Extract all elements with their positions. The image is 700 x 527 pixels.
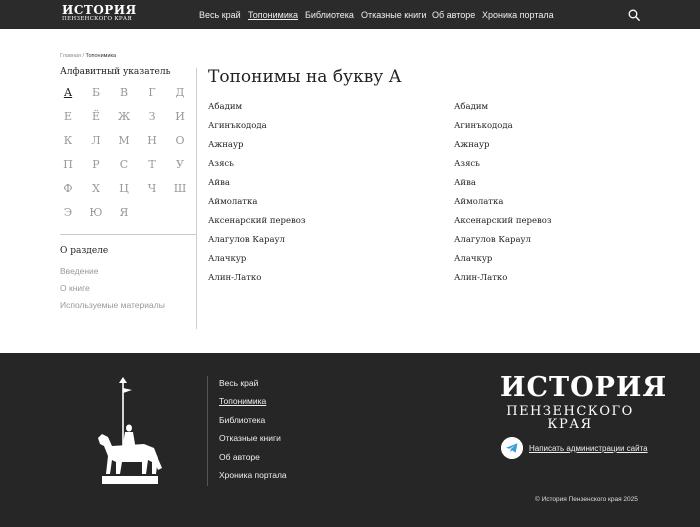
footer-nav-toponimika[interactable]: Топонимика <box>219 396 266 406</box>
toponym-link[interactable]: Аймолатка <box>454 197 503 207</box>
letter-link[interactable]: Д <box>172 86 188 99</box>
footer-nav-ob-avtore[interactable]: Об авторе <box>219 452 260 462</box>
about-link-vvedenie[interactable]: Введение <box>60 266 99 276</box>
letter-link[interactable]: Ц <box>116 182 132 195</box>
letter-link[interactable]: У <box>172 158 188 171</box>
letter-link[interactable]: Е <box>60 110 76 123</box>
nav-item-otkaznye-knigi[interactable]: Отказные книги <box>361 10 426 20</box>
toponym-link[interactable]: Аймолатка <box>208 197 257 207</box>
toponym-link[interactable]: Ажнаур <box>208 140 243 150</box>
breadcrumb-current: Топонимика <box>85 53 117 59</box>
contact-admin-link[interactable]: Написать администрации сайта <box>529 444 648 453</box>
letter-link[interactable]: С <box>116 158 132 171</box>
monument-horseman-icon <box>98 377 162 484</box>
letter-link[interactable]: Т <box>144 158 160 171</box>
search-icon[interactable] <box>628 9 640 21</box>
about-link-o-knige[interactable]: О книге <box>60 283 90 293</box>
footer-nav-otkaznye-knigi[interactable]: Отказные книги <box>219 433 281 443</box>
footer-nav-khronika[interactable]: Хроника портала <box>219 470 287 480</box>
alphabet-index-title: Алфавитный указатель <box>60 67 171 77</box>
footer-divider <box>207 376 208 486</box>
nav-item-ob-avtore[interactable]: Об авторе <box>432 10 475 20</box>
logo-title: ИСТОРИЯ <box>62 3 137 17</box>
about-section-title: О разделе <box>60 246 109 256</box>
toponym-link[interactable]: Алагулов Караул <box>454 235 531 245</box>
toponym-link[interactable]: Айва <box>454 178 476 188</box>
letter-link[interactable]: К <box>60 134 76 147</box>
toponym-link[interactable]: Аксенарский перевоз <box>454 216 552 226</box>
letter-link[interactable]: Б <box>88 86 104 99</box>
letter-link[interactable]: Я <box>116 206 132 219</box>
logo-subtitle: ПЕНЗЕНСКОГО КРАЯ <box>62 16 133 22</box>
nav-item-khronika[interactable]: Хроника портала <box>482 10 554 20</box>
toponym-link[interactable]: Ажнаур <box>454 140 489 150</box>
letter-link[interactable]: Ё <box>88 110 104 123</box>
letter-link[interactable]: М <box>116 134 132 147</box>
telegram-icon[interactable] <box>501 437 523 459</box>
letter-link[interactable]: И <box>172 110 188 123</box>
footer-nav-ves-krai[interactable]: Весь край <box>219 378 258 388</box>
letter-link[interactable]: Н <box>144 134 160 147</box>
copyright: © История Пензенского края 2025 <box>535 496 638 503</box>
toponym-link[interactable]: Азясь <box>208 159 234 169</box>
toponym-link[interactable]: Агинъкодода <box>454 121 513 131</box>
footer-nav-biblioteka[interactable]: Библиотека <box>219 415 265 425</box>
letter-link[interactable]: А <box>60 86 76 99</box>
vertical-divider <box>196 68 197 329</box>
footer-logo[interactable]: ИСТОРИЯ ПЕНЗЕНСКОГО КРАЯ <box>500 372 668 432</box>
letter-link[interactable]: Ш <box>172 182 188 195</box>
breadcrumb-separator: / <box>82 53 84 59</box>
top-header: ИСТОРИЯ ПЕНЗЕНСКОГО КРАЯ Весь край Топон… <box>0 0 700 29</box>
footer-logo-title: ИСТОРИЯ <box>500 372 668 403</box>
letter-link[interactable]: Ж <box>116 110 132 123</box>
letter-link[interactable]: Х <box>88 182 104 195</box>
letter-link[interactable]: О <box>172 134 188 147</box>
toponym-link[interactable]: Алин-Латко <box>454 273 507 283</box>
toponym-link[interactable]: Алачкур <box>454 254 492 264</box>
nav-item-toponimika[interactable]: Топонимика <box>248 10 298 20</box>
letter-link[interactable]: Ч <box>144 182 160 195</box>
footer-logo-subtitle: ПЕНЗЕНСКОГО КРАЯ <box>506 404 634 432</box>
toponym-link[interactable]: Абадим <box>454 102 488 112</box>
letter-link[interactable]: Ф <box>60 182 76 195</box>
toponym-link[interactable]: Алин-Латко <box>208 273 261 283</box>
nav-item-biblioteka[interactable]: Библиотека <box>305 10 354 20</box>
breadcrumb-home[interactable]: Главная <box>60 53 81 59</box>
letter-link[interactable]: З <box>144 110 160 123</box>
letter-link[interactable]: Л <box>88 134 104 147</box>
letter-link[interactable]: В <box>116 86 132 99</box>
toponym-link[interactable]: Айва <box>208 178 230 188</box>
sidebar-divider <box>60 234 197 235</box>
nav-item-ves-krai[interactable]: Весь край <box>199 10 241 20</box>
site-logo[interactable]: ИСТОРИЯ ПЕНЗЕНСКОГО КРАЯ <box>62 4 137 23</box>
toponym-link[interactable]: Азясь <box>454 159 480 169</box>
letter-link[interactable]: П <box>60 158 76 171</box>
toponym-link[interactable]: Абадим <box>208 102 242 112</box>
breadcrumb: Главная / Топонимика <box>60 53 116 59</box>
letter-link[interactable]: Г <box>144 86 160 99</box>
letter-link[interactable]: Ю <box>88 206 104 219</box>
toponym-link[interactable]: Агинъкодода <box>208 121 267 131</box>
letter-link[interactable]: Р <box>88 158 104 171</box>
about-link-materialy[interactable]: Используемые материалы <box>60 300 165 310</box>
toponym-link[interactable]: Аксенарский перевоз <box>208 216 306 226</box>
toponym-link[interactable]: Алачкур <box>208 254 246 264</box>
page-title: Топонимы на букву А <box>208 67 402 87</box>
toponym-link[interactable]: Алагулов Караул <box>208 235 285 245</box>
letter-link[interactable]: Э <box>60 206 76 219</box>
